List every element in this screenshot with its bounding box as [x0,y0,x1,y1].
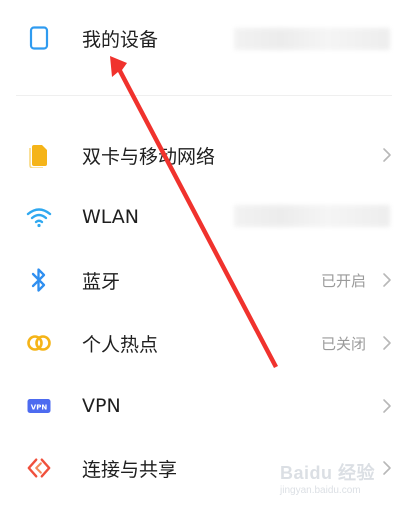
settings-item-label: 蓝牙 [82,270,121,293]
settings-item-label: 个人热点 [82,333,159,356]
baidu-jingyan-watermark: Baidu 经验 jingyan.baidu.com [280,459,390,501]
blurred-wifi-name [234,205,390,227]
vpn-badge-text: VPN [31,404,48,412]
blurred-device-name [234,28,390,50]
settings-item-wlan[interactable]: WLAN [0,189,408,245]
settings-item-sim-network[interactable]: 双卡与移动网络 [0,127,408,183]
settings-item-label: 我的设备 [82,28,159,51]
bluetooth-icon [26,267,52,293]
chevron-right-icon [383,336,391,350]
chevron-right-icon [383,273,391,287]
chevron-right-icon [383,399,391,413]
wifi-icon [26,204,52,230]
settings-item-bluetooth[interactable]: 蓝牙 已开启 [0,252,408,308]
settings-item-hotspot[interactable]: 个人热点 已关闭 [0,315,408,371]
settings-item-label: 连接与共享 [82,458,178,481]
sim-card-icon [26,142,52,168]
section-divider [16,95,392,96]
watermark-url: jingyan.baidu.com [280,485,361,496]
connection-sharing-icon [26,455,52,481]
settings-item-vpn[interactable]: VPN VPN [0,378,408,434]
settings-item-label: VPN [82,395,121,417]
settings-item-label: 双卡与移动网络 [82,145,216,168]
watermark-text: Baidu 经验 [280,463,376,483]
phone-device-icon [26,25,52,51]
vpn-icon: VPN [26,393,52,419]
settings-item-label: WLAN [82,206,140,228]
chevron-right-icon [383,148,391,162]
bluetooth-status: 已开启 [320,271,366,290]
hotspot-status: 已关闭 [320,334,366,353]
hotspot-icon [26,330,52,356]
settings-item-my-device[interactable]: 我的设备 [0,10,408,66]
